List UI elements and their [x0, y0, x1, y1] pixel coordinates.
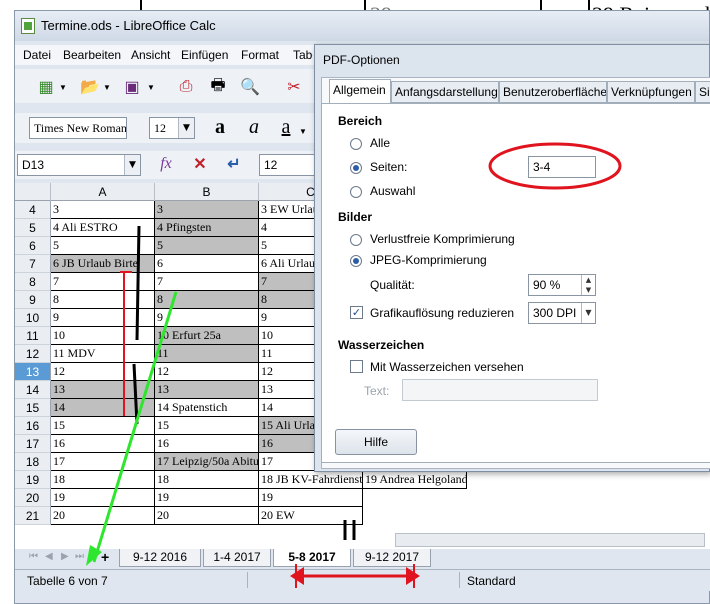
- annotation-overlay: [86, 142, 622, 588]
- black-line-annotation: [135, 225, 141, 341]
- red-circle-annotation: [488, 142, 622, 190]
- black-line-annotation: [132, 363, 139, 425]
- green-arrow-annotation: [92, 291, 178, 563]
